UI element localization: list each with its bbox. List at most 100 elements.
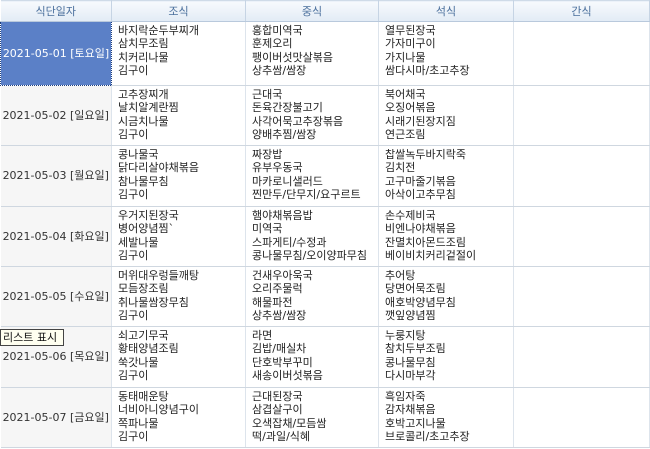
header-lunch[interactable]: 중식 [245, 0, 379, 22]
snack-cell[interactable] [513, 266, 650, 327]
menu-item: 양배추찜/쌈장 [252, 128, 317, 142]
lunch-cell[interactable]: 짜장밥 유부우동국 마카로니샐러드 찐만두/단무지/요구르트 [245, 145, 379, 207]
date-cell[interactable]: 2021-05-03 [월요일] [0, 145, 112, 207]
table-row[interactable]: 2021-05-07 [금요일] 동태매운탕 너비아니양념구이 쪽파나물 김구이 근대된장… [0, 387, 650, 448]
menu-item: 황태양념조림 [118, 342, 179, 356]
menu-item: 치커리나물 [118, 50, 169, 64]
menu-item: 햄야채볶음밥 [252, 209, 313, 222]
menu-item: 김구이 [118, 128, 149, 142]
lunch-cell[interactable]: 근대된장국 삼겹살구이 오색잡채/모듬쌈 떡/과일/식혜 [245, 387, 379, 448]
menu-item: 고추장찌개 [118, 88, 169, 101]
menu-item: 잔멸치아몬드조림 [385, 235, 466, 249]
menu-item: 닭다리살야채볶음 [118, 161, 199, 175]
menu-item: 아삭이고추무침 [385, 188, 456, 202]
dinner-cell[interactable]: 누룽지탕 참치두부조림 콩나물무침 다시마부각 [378, 326, 514, 388]
table-row[interactable]: 2021-05-03 [월요일] 콩나물국 닭다리살야채볶음 참나물무침 김구이 짜장밥 유… [0, 145, 650, 207]
menu-item: 쑥갓나물 [118, 355, 159, 369]
breakfast-cell[interactable]: 동태매운탕 너비아니양념구이 쪽파나물 김구이 [111, 387, 246, 448]
header-snack[interactable]: 간식 [513, 0, 650, 22]
lunch-cell[interactable]: 근대국 돈육간장불고기 사각어묵고추장볶음 양배추찜/쌈장 [245, 85, 379, 146]
date-cell[interactable]: 2021-05-02 [일요일] [0, 85, 112, 146]
menu-item: 베이비치커리겉절이 [385, 249, 477, 263]
lunch-cell[interactable]: 햄야채볶음밥 미역국 스파게티/수정과 콩나물무침/오이양파무침 [245, 206, 379, 267]
snack-cell[interactable] [513, 326, 650, 388]
breakfast-cell[interactable]: 바지락순두부찌개 삼치무조림 치커리나물 김구이 [111, 21, 246, 86]
dinner-cell[interactable]: 손수제비국 비엔나야채볶음 잔멸치아몬드조림 베이비치커리겉절이 [378, 206, 514, 267]
menu-item: 김구이 [118, 249, 149, 263]
breakfast-cell[interactable]: 우거지된장국 병어양념찜` 세발나물 김구이 [111, 206, 246, 267]
dinner-cell[interactable]: 추어탕 당면어묵조림 애호박양념무침 깻잎양념찜 [378, 266, 514, 327]
snack-cell[interactable] [513, 85, 650, 146]
lunch-cell[interactable]: 홍합미역국 훈제오리 팽이버섯맛살볶음 상추쌈/쌈장 [245, 21, 379, 86]
dinner-cell[interactable]: 흑임자죽 감자채볶음 호박고지나물 브로콜리/초고추장 [378, 387, 514, 448]
menu-item: 참나물무침 [118, 174, 169, 188]
lunch-cell[interactable]: 건새우아욱국 오리주물럭 해물파전 상추쌈/쌈장 [245, 266, 379, 327]
menu-item: 건새우아욱국 [252, 269, 313, 282]
menu-item: 사각어묵고추장볶음 [252, 114, 344, 128]
snack-cell[interactable] [513, 145, 650, 207]
menu-item: 흑임자죽 [385, 390, 426, 403]
menu-item: 손수제비국 [385, 209, 436, 222]
dinner-cell[interactable]: 찹쌀녹두바지락죽 김치전 고구마줄기볶음 아삭이고추무침 [378, 145, 514, 207]
menu-item: 떡/과일/식혜 [252, 430, 311, 444]
meal-menu-table: 식단일자 조식 중식 석식 간식 2021-05-01 [토요일] 바지락순두부찌… [0, 0, 650, 448]
header-breakfast[interactable]: 조식 [111, 0, 246, 22]
menu-item: 참치두부조림 [385, 342, 446, 356]
lunch-cell[interactable]: 라면 김밥/매실차 단호박부꾸미 새송이버섯볶음 [245, 326, 379, 388]
table-row[interactable]: 2021-05-01 [토요일] 바지락순두부찌개 삼치무조림 치커리나물 김구이 홍합미… [0, 21, 650, 86]
menu-item: 해물파전 [252, 295, 293, 309]
menu-item: 콩나물국 [118, 148, 159, 161]
menu-item: 당면어묵조림 [385, 282, 446, 296]
menu-item: 추어탕 [385, 269, 416, 282]
menu-item: 오리주물럭 [252, 282, 303, 296]
table-row[interactable]: 2021-05-02 [일요일] 고추장찌개 날치알계란찜 시금치나물 김구이 근대국 돈육… [0, 85, 650, 146]
menu-item: 새송이버섯볶음 [252, 369, 323, 383]
menu-item: 김밥/매실차 [252, 342, 307, 356]
menu-item: 유부우동국 [252, 161, 303, 175]
menu-item: 찹쌀녹두바지락죽 [385, 148, 466, 161]
menu-item: 마카로니샐러드 [252, 174, 323, 188]
menu-item: 오색잡채/모듬쌈 [252, 416, 327, 430]
breakfast-cell[interactable]: 고추장찌개 날치알계란찜 시금치나물 김구이 [111, 85, 246, 146]
date-cell[interactable]: 2021-05-04 [화요일] [0, 206, 112, 267]
menu-item: 콩나물무침/오이양파무침 [252, 249, 368, 263]
dinner-cell[interactable]: 북어채국 오징어볶음 시래기된장지짐 연근조림 [378, 85, 514, 146]
menu-item: 가지나물 [385, 50, 426, 64]
date-cell[interactable]: 2021-05-01 [토요일] [0, 21, 112, 86]
menu-item: 상추쌈/쌈장 [252, 64, 307, 78]
menu-item: 열무된장국 [385, 24, 436, 37]
menu-item: 누룽지탕 [385, 329, 426, 342]
menu-item: 김구이 [118, 188, 149, 202]
table-row[interactable]: 2021-05-05 [수요일] 머위대우렁들깨탕 모듬장조림 취나물쌈장무침 김구이 건… [0, 266, 650, 327]
menu-item: 라면 [252, 329, 273, 342]
snack-cell[interactable] [513, 206, 650, 267]
menu-item: 홍합미역국 [252, 24, 303, 37]
list-view-tooltip: 리스트 표시 [0, 329, 65, 346]
menu-item: 김치전 [385, 161, 416, 175]
table-body: 2021-05-01 [토요일] 바지락순두부찌개 삼치무조림 치커리나물 김구이 홍합미… [0, 21, 650, 448]
snack-cell[interactable] [513, 387, 650, 448]
header-dinner[interactable]: 석식 [378, 0, 514, 22]
snack-cell[interactable] [513, 21, 650, 86]
menu-item: 시래기된장지짐 [385, 114, 456, 128]
header-date[interactable]: 식단일자 [0, 0, 112, 22]
breakfast-cell[interactable]: 쇠고기무국 황태양념조림 쑥갓나물 김구이 [111, 326, 246, 388]
menu-item: 호박고지나물 [385, 416, 446, 430]
menu-item: 동태매운탕 [118, 390, 169, 403]
menu-item: 미역국 [252, 222, 283, 236]
date-cell[interactable]: 2021-05-05 [수요일] [0, 266, 112, 327]
date-cell[interactable]: 2021-05-07 [금요일] [0, 387, 112, 448]
breakfast-cell[interactable]: 콩나물국 닭다리살야채볶음 참나물무침 김구이 [111, 145, 246, 207]
breakfast-cell[interactable]: 머위대우렁들깨탕 모듬장조림 취나물쌈장무침 김구이 [111, 266, 246, 327]
menu-item: 근대국 [252, 88, 283, 101]
menu-item: 훈제오리 [252, 37, 293, 51]
table-header-row: 식단일자 조식 중식 석식 간식 [0, 0, 650, 22]
table-row[interactable]: 2021-05-04 [화요일] 우거지된장국 병어양념찜` 세발나물 김구이 햄야채볶음… [0, 206, 650, 267]
menu-item: 연근조림 [385, 128, 426, 142]
menu-item: 돈육간장불고기 [252, 101, 323, 115]
table-row[interactable]: 2021-05-06 [목요일] 쇠고기무국 황태양념조림 쑥갓나물 김구이 라면 김밥/매… [0, 326, 650, 388]
menu-item: 오징어볶음 [385, 101, 436, 115]
dinner-cell[interactable]: 열무된장국 가자미구이 가지나물 쌈다시마/초고추장 [378, 21, 514, 86]
menu-item: 병어양념찜` [118, 222, 175, 236]
menu-item: 브로콜리/초고추장 [385, 430, 470, 444]
